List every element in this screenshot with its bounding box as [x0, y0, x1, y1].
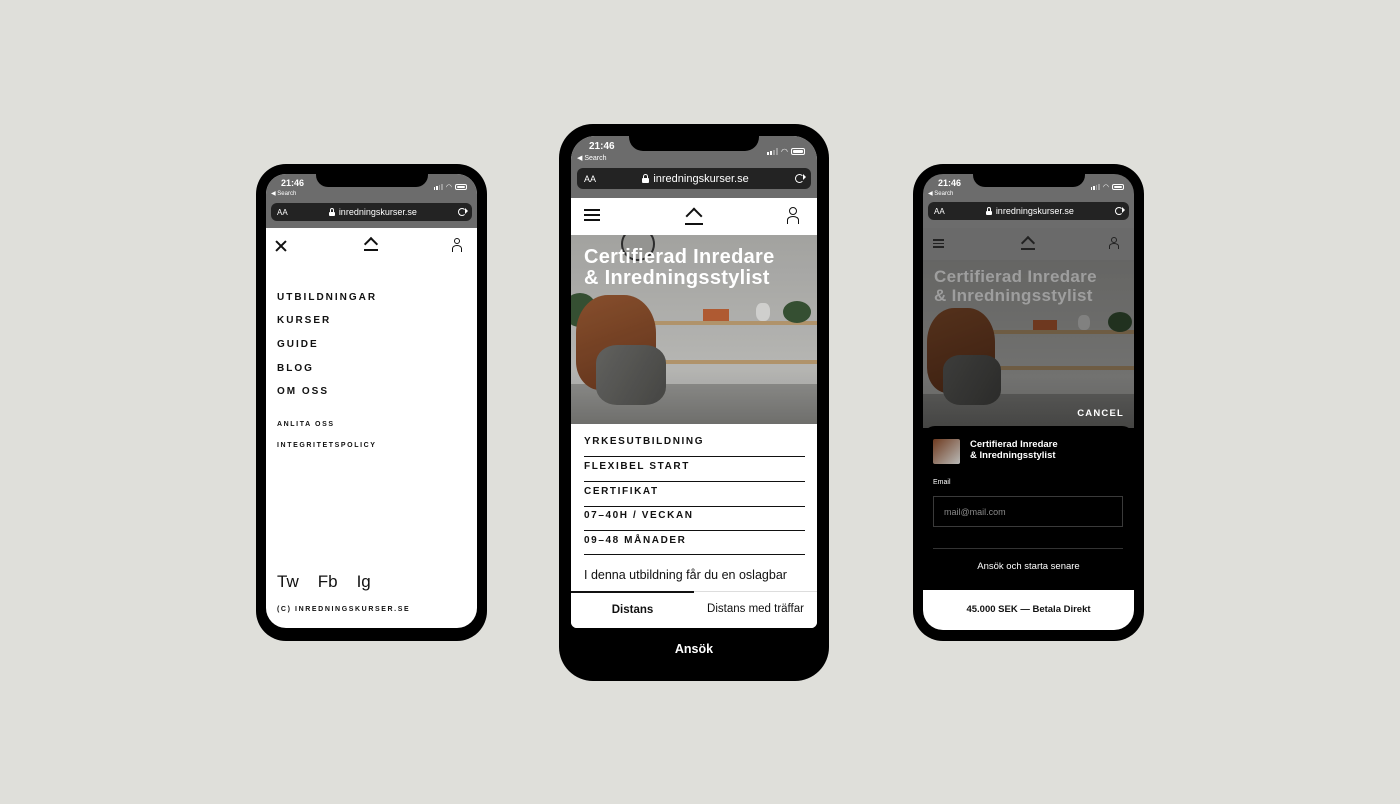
tab-distans[interactable]: Distans — [571, 591, 694, 628]
menu-item-om-oss[interactable]: OM OSS — [277, 386, 329, 397]
system-icons: ◠ — [433, 183, 467, 191]
status-bar: 21:46 ◀ Search ◠ AA inredningskurser.se — [571, 136, 817, 198]
hero-title: Certifierad Inredare & Inredningsstylist — [584, 246, 775, 289]
screen-checkout: 21:46 ◀ Search ◠ AA inredningskurser.se — [923, 174, 1134, 630]
reader-text-size-button[interactable]: AA — [934, 207, 945, 216]
social-links: Tw Fb Ig — [277, 572, 371, 592]
hero-title: Certifierad Inredare & Inredningsstylist — [934, 267, 1097, 305]
reload-icon[interactable] — [795, 174, 806, 183]
back-to-search-link[interactable]: ◀ Search — [928, 190, 953, 197]
url-text: inredningskurser.se — [338, 207, 417, 217]
main-menu: UTBILDNINGAR KURSER GUIDE BLOG OM OSS AN… — [277, 292, 467, 462]
home-logo-icon[interactable] — [363, 236, 379, 252]
feature-item: YRKESUTBILDNING — [584, 436, 805, 457]
notch — [629, 136, 759, 151]
system-icons: ◠ — [767, 147, 805, 156]
phone-menu: 21:46 ◀ Search ◠ AA inredningskurser.se — [256, 164, 487, 641]
phone-course: 21:46 ◀ Search ◠ AA inredningskurser.se — [559, 124, 829, 681]
product-title: Certifierad Inredare & Inredningsstylist — [970, 439, 1058, 461]
signal-icon — [433, 184, 443, 190]
copyright: (C) INREDNINGSKURSER.SE — [277, 606, 411, 613]
notch — [316, 174, 428, 187]
feature-item: CERTIFIKAT — [584, 486, 805, 507]
status-bar: 21:46 ◀ Search ◠ AA inredningskurser.se — [923, 174, 1134, 228]
site-header — [923, 228, 1134, 260]
back-to-search-link[interactable]: ◀ Search — [271, 190, 296, 197]
feature-list: YRKESUTBILDNING FLEXIBEL START CERTIFIKA… — [584, 436, 805, 556]
reload-icon[interactable] — [1115, 207, 1125, 215]
home-logo-icon[interactable] — [1020, 235, 1036, 251]
feature-item: 07–40H / VECKAN — [584, 510, 805, 531]
lock-icon — [985, 207, 992, 215]
tab-distans-med-traffar[interactable]: Distans med träffar — [694, 592, 817, 628]
status-time: 21:46 — [938, 178, 962, 188]
cancel-button[interactable]: CANCEL — [1077, 408, 1124, 419]
screen-menu: 21:46 ◀ Search ◠ AA inredningskurser.se — [266, 174, 477, 628]
url-text: inredningskurser.se — [653, 172, 749, 185]
screen-course: 21:46 ◀ Search ◠ AA inredningskurser.se — [571, 136, 817, 628]
system-icons: ◠ — [1090, 183, 1124, 191]
phone-checkout: 21:46 ◀ Search ◠ AA inredningskurser.se — [913, 164, 1144, 641]
course-intro-text: I denna utbildning får du en oslagbar — [584, 568, 787, 582]
site-header — [571, 198, 817, 235]
url-text: inredningskurser.se — [995, 206, 1074, 216]
email-label: Email — [933, 479, 951, 486]
hero-image: Certifierad Inredare & Inredningsstylist — [571, 235, 817, 424]
product-thumbnail — [933, 439, 960, 464]
menu-item-blog[interactable]: BLOG — [277, 363, 314, 374]
hamburger-menu-icon[interactable] — [584, 209, 600, 222]
lock-icon — [328, 208, 335, 216]
menu-item-guide[interactable]: GUIDE — [277, 339, 319, 350]
address-bar[interactable]: AA inredningskurser.se — [577, 168, 811, 189]
close-icon[interactable] — [275, 240, 287, 252]
wifi-icon: ◠ — [1102, 184, 1109, 191]
email-field[interactable]: mail@mail.com — [933, 496, 1123, 527]
delivery-tabs: Distans Distans med träffar — [571, 591, 817, 628]
apply-later-button[interactable]: Ansök och starta senare — [923, 561, 1134, 572]
hero-image: Certifierad Inredare & Inredningsstylist… — [923, 260, 1134, 428]
signal-icon — [767, 148, 779, 155]
menu-item-utbildningar[interactable]: UTBILDNINGAR — [277, 292, 377, 303]
battery-icon — [1112, 184, 1124, 190]
user-account-icon[interactable] — [451, 238, 463, 252]
battery-icon — [455, 184, 467, 190]
reader-text-size-button[interactable]: AA — [584, 174, 596, 184]
notch — [973, 174, 1085, 187]
menu-item-integritetspolicy[interactable]: INTEGRITETSPOLICY — [277, 442, 377, 449]
home-logo-icon[interactable] — [684, 206, 704, 226]
status-time: 21:46 — [589, 141, 615, 152]
site-header — [266, 228, 477, 268]
lock-icon — [642, 174, 650, 183]
twitter-link[interactable]: Tw — [277, 572, 299, 592]
menu-item-anlita-oss[interactable]: ANLITA OSS — [277, 421, 335, 428]
divider — [933, 548, 1123, 549]
menu-item-kurser[interactable]: KURSER — [277, 315, 331, 326]
address-bar[interactable]: AA inredningskurser.se — [928, 202, 1129, 220]
status-bar: 21:46 ◀ Search ◠ AA inredningskurser.se — [266, 174, 477, 228]
battery-icon — [791, 148, 805, 155]
hamburger-menu-icon[interactable] — [933, 239, 944, 248]
facebook-link[interactable]: Fb — [318, 572, 338, 592]
address-bar[interactable]: AA inredningskurser.se — [271, 203, 472, 221]
checkout-sheet: Certifierad Inredare & Inredningsstylist… — [923, 426, 1134, 630]
pay-now-button[interactable]: 45.000 SEK — Betala Direkt — [923, 590, 1134, 630]
reader-text-size-button[interactable]: AA — [277, 208, 288, 217]
feature-item: FLEXIBEL START — [584, 461, 805, 482]
instagram-link[interactable]: Ig — [357, 572, 371, 592]
reload-icon[interactable] — [458, 208, 468, 216]
user-account-icon[interactable] — [786, 207, 800, 224]
feature-item: 09–48 MÅNADER — [584, 535, 805, 555]
signal-icon — [1090, 184, 1100, 190]
user-account-icon[interactable] — [1109, 237, 1119, 249]
apply-button[interactable]: Ansök — [571, 628, 817, 670]
back-to-search-link[interactable]: ◀ Search — [577, 154, 607, 162]
wifi-icon: ◠ — [781, 147, 788, 156]
wifi-icon: ◠ — [445, 184, 452, 191]
status-time: 21:46 — [281, 178, 305, 188]
